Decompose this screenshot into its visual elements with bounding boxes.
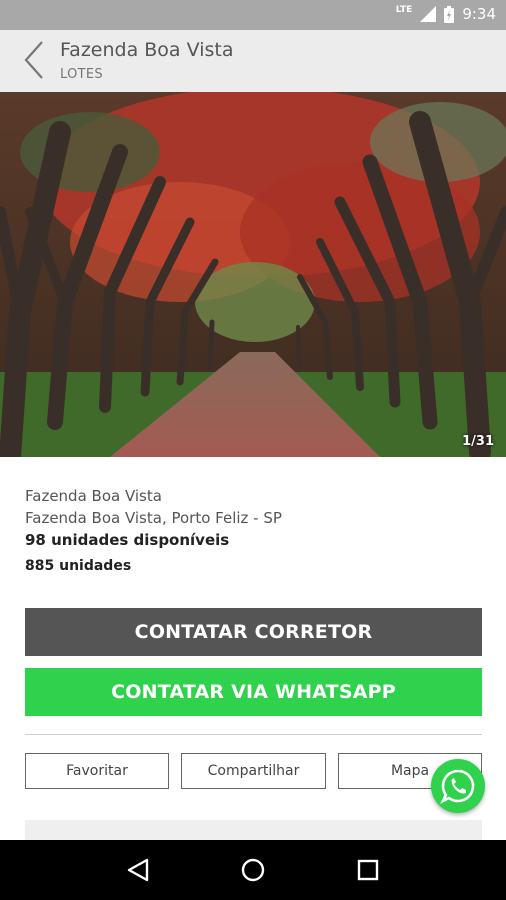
photo-counter: 1/31 (462, 434, 494, 449)
whatsapp-fab[interactable] (431, 759, 485, 813)
available-units: 98 unidades disponíveis (25, 531, 230, 549)
whatsapp-icon (440, 769, 475, 804)
page-subtitle: LOTES (60, 67, 103, 82)
nav-back-button[interactable] (118, 850, 158, 890)
listing-info: Fazenda Boa Vista Fazenda Boa Vista, Por… (25, 485, 485, 577)
nav-back-icon (127, 858, 148, 882)
signal-icon (420, 6, 437, 22)
listing-name: Fazenda Boa Vista (25, 487, 162, 505)
contact-whatsapp-button[interactable]: CONTATAR VIA WHATSAPP (25, 668, 482, 716)
next-section (25, 820, 482, 840)
listing-location: Fazenda Boa Vista, Porto Feliz - SP (25, 509, 282, 527)
system-nav-bar (0, 840, 506, 900)
nav-recents-icon (358, 859, 379, 881)
total-units: 885 unidades (25, 558, 132, 574)
app-bar: Fazenda Boa Vista LOTES (0, 30, 506, 92)
clock: 9:34 (462, 5, 496, 23)
battery-icon (444, 5, 455, 23)
status-bar: LTE 9:34 (0, 0, 506, 30)
contact-broker-button[interactable]: CONTATAR CORRETOR (25, 608, 482, 656)
page-title: Fazenda Boa Vista (60, 39, 234, 61)
nav-recents-button[interactable] (348, 850, 388, 890)
share-button[interactable]: Compartilhar (181, 753, 326, 789)
favorite-button[interactable]: Favoritar (25, 753, 169, 789)
photo-gallery[interactable]: 1/31 (0, 92, 506, 457)
network-type: LTE (395, 5, 413, 15)
nav-home-button[interactable] (233, 850, 273, 890)
back-arrow-icon[interactable] (22, 40, 48, 80)
gallery-photo (0, 92, 506, 457)
divider (25, 734, 482, 735)
nav-home-icon (241, 858, 265, 882)
